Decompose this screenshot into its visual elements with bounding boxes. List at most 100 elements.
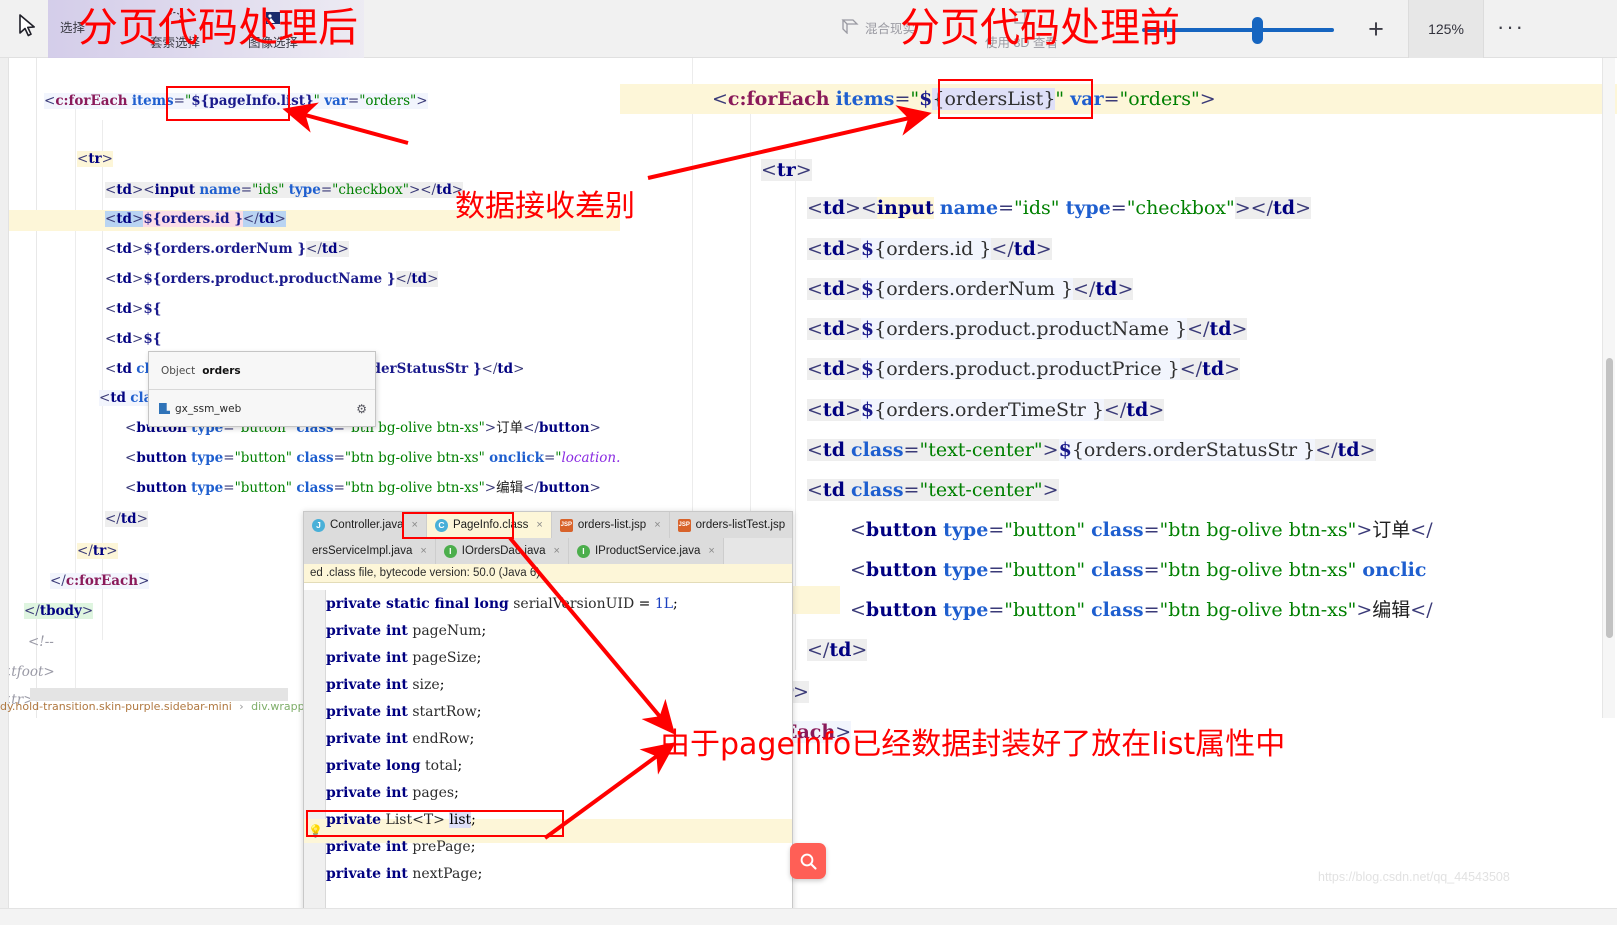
tab-label: orders-list.jsp — [577, 519, 647, 531]
current-line-band — [0, 210, 620, 231]
tab-label: ersServiceImpl.java — [312, 545, 413, 557]
code-line: <td>${ — [105, 331, 162, 347]
more-options-button[interactable]: ··· — [1492, 14, 1530, 44]
code-line: <td><input name="ids" type="checkbox"></… — [807, 197, 1311, 219]
code-line: </td> — [105, 511, 148, 527]
indent-guide — [36, 58, 37, 718]
code-line: <tr> — [761, 159, 812, 181]
annotation-box-pageinfo-list — [166, 86, 290, 121]
close-icon[interactable]: × — [708, 545, 714, 557]
editor-tab-row-2: ersServiceImpl.java × I IOrdersDao.java … — [304, 538, 792, 564]
toolbar-item-view-3d[interactable]: 使用 3D 查看 — [985, 10, 1058, 51]
code-line: </td> — [807, 639, 868, 661]
code-line: <td>${orders.orderNum }</td> — [105, 241, 349, 257]
zoom-slider-track[interactable] — [1142, 28, 1334, 32]
breadcrumb-part-1[interactable]: dy.hold-transition.skin-purple.sidebar-m… — [0, 700, 232, 713]
annotation-box-orderslist — [938, 79, 1093, 119]
gear-icon[interactable]: ⚙ — [356, 402, 367, 416]
zoom-level-display[interactable]: 125% — [1408, 0, 1484, 58]
tab-label: IOrdersDao.java — [461, 545, 546, 557]
toolbar-item-view-3d-label: 使用 3D 查看 — [985, 36, 1058, 50]
left-edge-strip — [0, 58, 9, 908]
interface-file-icon: I — [576, 544, 590, 558]
java-field-line: private int prePage; — [326, 839, 476, 855]
code-line: <td>${ — [105, 301, 162, 317]
code-line: <!-- — [28, 634, 54, 650]
tooltip-module-row: gx_ssm_web ⚙ — [149, 390, 375, 427]
code-line: <button type="button" class="btn bg-oliv… — [850, 559, 1427, 581]
code-line: <td class="text-center"> — [807, 479, 1059, 501]
ide-type-tooltip: Object orders gx_ssm_web ⚙ — [148, 351, 376, 427]
decompiled-class-notice: ed .class file, bytecode version: 50.0 (… — [304, 564, 792, 583]
toolbar-item-mixed-reality-label: 混合现实 — [865, 22, 916, 36]
mixed-reality-icon — [840, 17, 860, 38]
tab-iproductservice-java[interactable]: I IProductService.java × — [568, 538, 724, 564]
java-field-line: private int pageNum; — [326, 623, 487, 639]
java-field-line: private int nextPage; — [326, 866, 483, 882]
code-line: <button type="button" class="btn bg-oliv… — [850, 599, 1433, 621]
zoom-slider-handle[interactable] — [1252, 17, 1263, 44]
code-line: <td class="text-center">${orders.orderSt… — [807, 439, 1376, 461]
java-field-line: private int pageSize; — [326, 650, 482, 666]
java-field-line: private int pages; — [326, 785, 459, 801]
toolbar-item-select[interactable]: 选择 — [60, 17, 85, 36]
tab-iordersdao-java[interactable]: I IOrdersDao.java × — [435, 538, 569, 564]
code-line: <td>${orders.id }</td> — [807, 238, 1052, 260]
tooltip-type-keyword: Object — [161, 364, 196, 377]
toolbar-item-select-label: 选择 — [60, 21, 86, 35]
code-line: </c:forEach> — [50, 573, 150, 589]
interface-file-icon: I — [443, 544, 457, 558]
tooltip-type-name: orders — [202, 364, 241, 377]
module-icon — [159, 403, 170, 414]
tab-label: orders-listTest.jsp — [695, 519, 786, 531]
tab-label: Controller.java — [330, 519, 404, 531]
tab-label: IProductService.java — [594, 545, 701, 557]
toolbar-item-image-select-label: 图像选择 — [248, 36, 299, 50]
java-field-line: private static final long serialVersionU… — [326, 596, 678, 612]
vertical-scrollbar[interactable] — [1602, 58, 1615, 718]
toolbar-item-lasso-select[interactable]: 套索选择 — [150, 10, 200, 51]
bottom-status-bar — [0, 908, 1617, 925]
java-class-editor-panel: J Controller.java × C PageInfo.class × J… — [303, 511, 793, 925]
java-field-line: private long total; — [326, 758, 463, 774]
pointer-cursor-icon — [18, 14, 38, 43]
top-toolbar: 选择 套索选择 图像选择 混合现实 使用 3D 查看 + 125% ··· — [0, 0, 1617, 58]
lasso-select-icon — [166, 10, 184, 30]
code-line: <button type="button" class="btn bg-oliv… — [850, 519, 1433, 541]
close-icon[interactable]: × — [420, 545, 426, 557]
code-line: <td>${orders.id }</td> — [105, 211, 286, 227]
tooltip-module-name: gx_ssm_web — [175, 402, 242, 415]
close-icon[interactable]: × — [654, 519, 660, 531]
editor-gutter[interactable] — [304, 590, 326, 924]
close-icon[interactable]: × — [554, 545, 560, 557]
java-field-line: private int endRow; — [326, 731, 475, 747]
search-floating-button[interactable] — [790, 843, 826, 879]
toolbar-item-image-select[interactable]: 图像选择 — [248, 10, 298, 51]
code-line: <td>${orders.product.productPrice }</td> — [807, 358, 1241, 380]
code-line: <td>${orders.orderTimeStr }</td> — [807, 399, 1165, 421]
jsp-file-icon: JSP — [677, 518, 691, 532]
scrollbar-thumb[interactable] — [1606, 358, 1613, 638]
breadcrumb-separator: › — [239, 700, 244, 713]
close-icon[interactable]: × — [536, 519, 542, 531]
java-file-icon: J — [312, 518, 325, 532]
tab-orders-service-impl-java[interactable]: ersServiceImpl.java × — [304, 538, 436, 564]
code-line: <td>${orders.product.productName }</td> — [807, 318, 1248, 340]
code-line: <tr> — [77, 151, 113, 167]
image-select-icon — [264, 10, 282, 30]
watermark: https://blog.csdn.net/qq_44543508 — [1318, 870, 1510, 884]
tooltip-type-row: Object orders — [149, 352, 375, 390]
toolbar-item-mixed-reality[interactable]: 混合现实 — [840, 17, 915, 38]
search-icon — [800, 853, 817, 870]
code-line: </tr> — [77, 543, 118, 559]
tab-orders-listtest-jsp[interactable]: JSP orders-listTest.jsp × — [669, 512, 792, 538]
code-line: <button type="button" class="btn bg-oliv… — [125, 480, 601, 496]
code-line: <td>${orders.orderNum }</td> — [807, 278, 1134, 300]
annotation-box-pageinfo-tab — [402, 512, 514, 539]
editor-tab-row-1: J Controller.java × C PageInfo.class × J… — [304, 512, 792, 538]
java-field-line: private int size; — [326, 677, 445, 693]
code-line: <td>${orders.product.productName }</td> — [105, 271, 439, 287]
zoom-in-button[interactable]: + — [1360, 14, 1392, 46]
tab-orders-list-jsp[interactable]: JSP orders-list.jsp × — [551, 512, 670, 538]
indent-guide — [102, 120, 103, 640]
